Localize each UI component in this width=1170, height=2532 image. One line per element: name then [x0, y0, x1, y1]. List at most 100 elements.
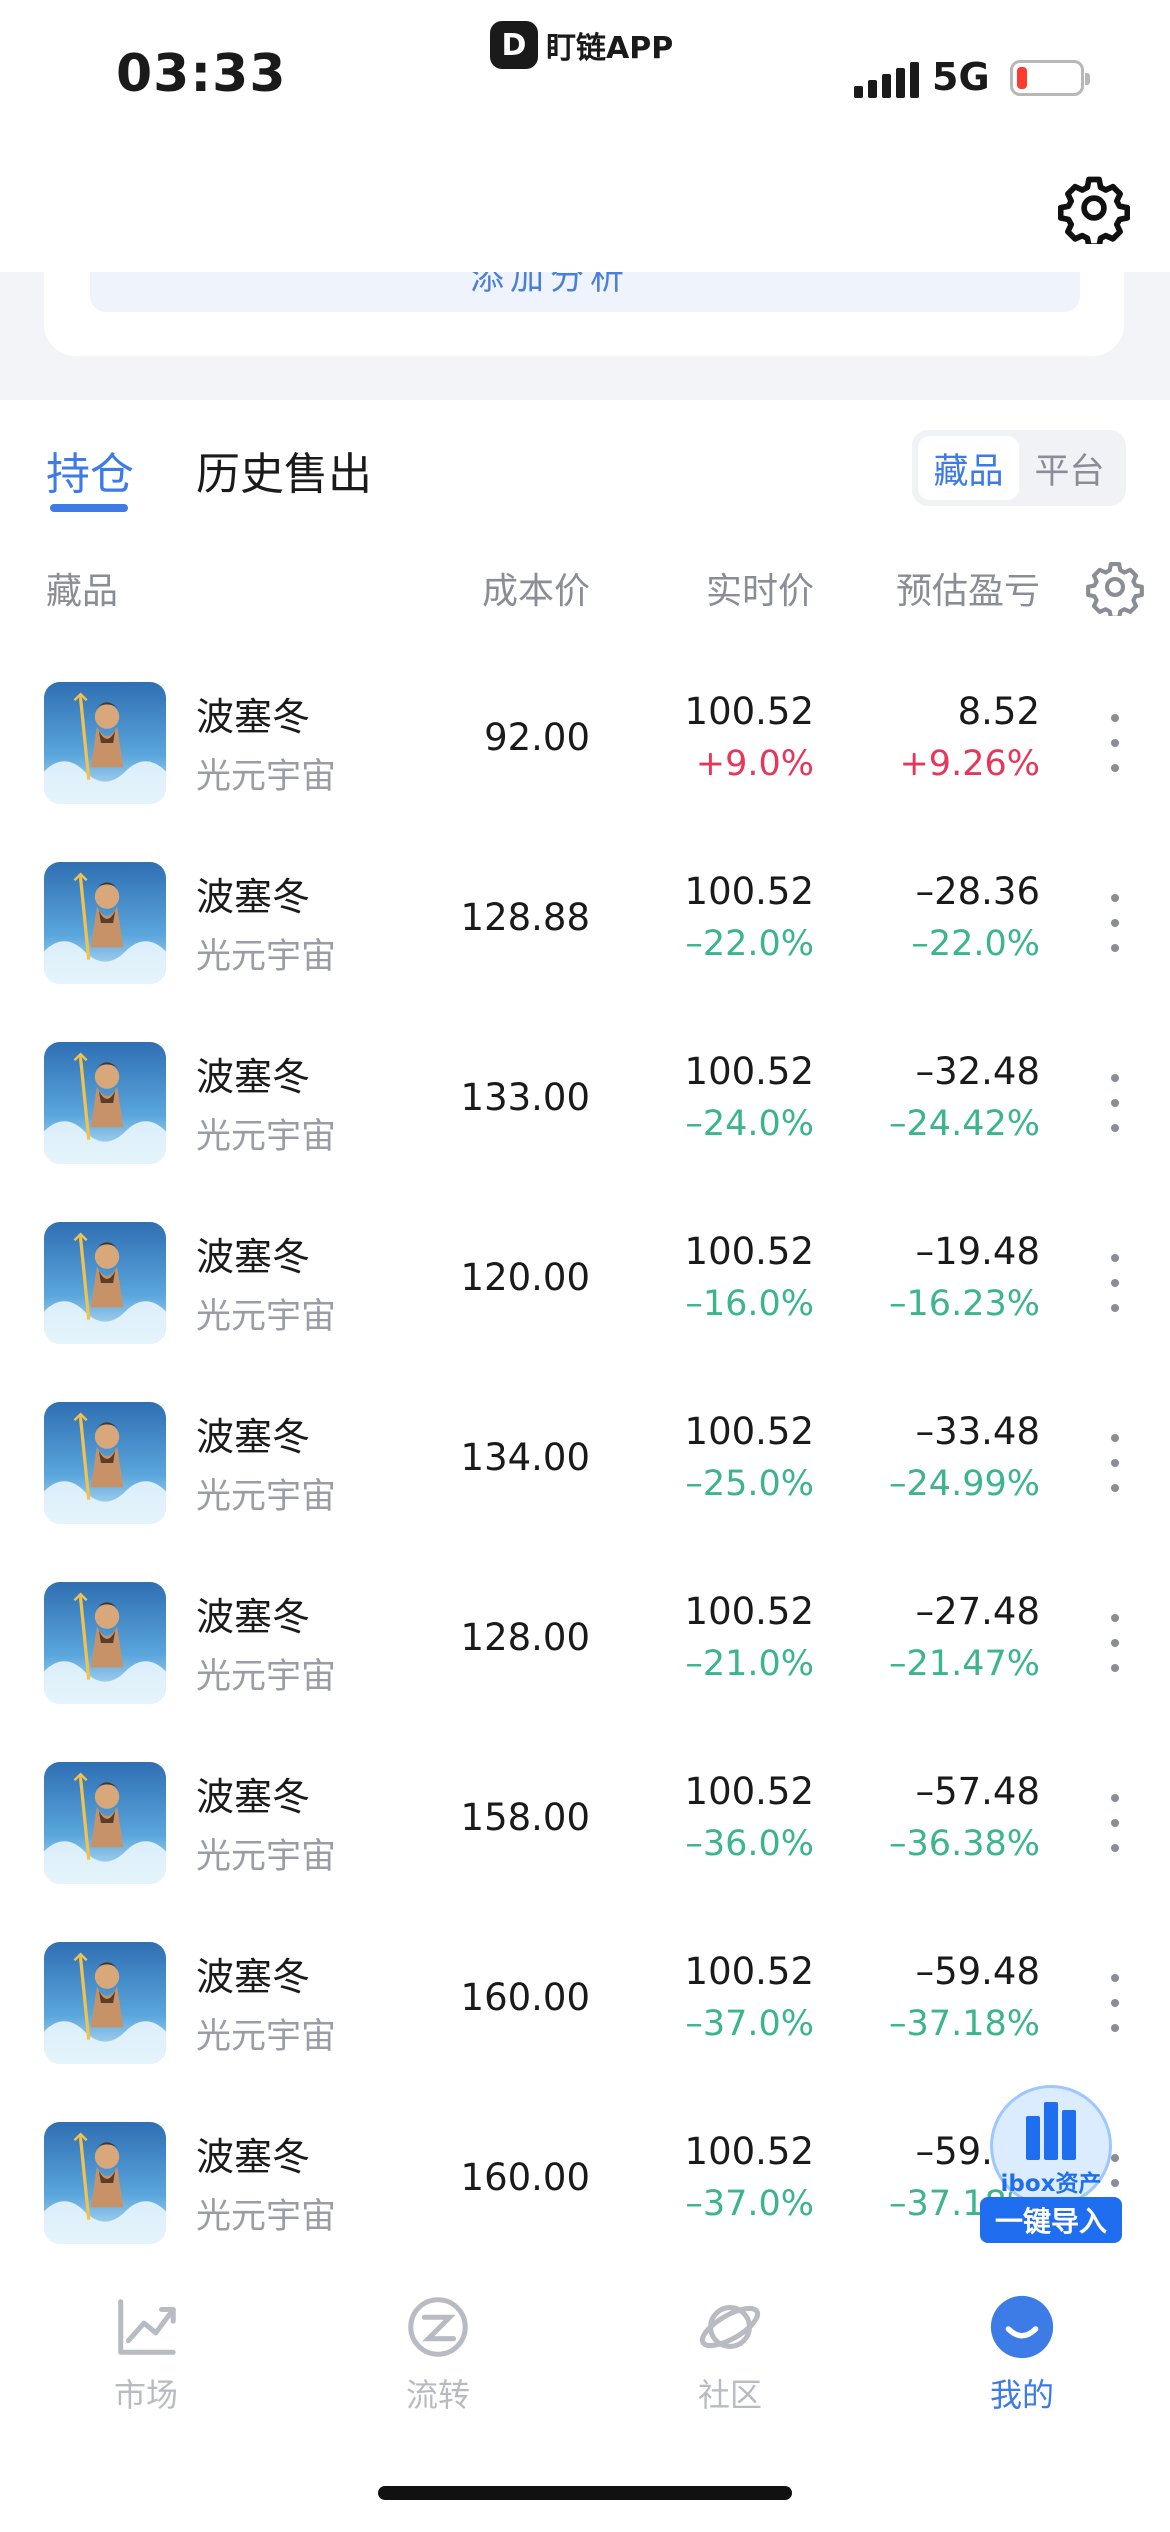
- view-segment-control: 藏品 平台: [912, 430, 1126, 506]
- poseidon-thumbnail: [44, 2122, 166, 2244]
- collectible-name: 波塞冬: [196, 2135, 311, 2179]
- more-options-icon[interactable]: [1105, 894, 1125, 952]
- poseidon-thumbnail: [44, 682, 166, 804]
- pnl-percent: –24.99%: [889, 1464, 1040, 1504]
- holding-row[interactable]: 波塞冬 光元宇宙 158.00 100.52 –36.0% –57.48 –36.38%: [0, 1736, 1170, 1916]
- planet-icon: [699, 2305, 761, 2349]
- home-indicator: [378, 2486, 792, 2500]
- segment-platform[interactable]: 平台: [1019, 436, 1120, 500]
- ibox-label: ibox资产: [1000, 2171, 1102, 2197]
- price-change: –16.0%: [685, 1284, 814, 1324]
- more-options-icon[interactable]: [1105, 1434, 1125, 1492]
- pnl-percent: –37.18%: [889, 2004, 1040, 2044]
- pnl-percent: –16.23%: [889, 1284, 1040, 1324]
- collectible-name: 波塞冬: [196, 1415, 311, 1459]
- more-options-icon[interactable]: [1105, 1974, 1125, 2032]
- nav-market[interactable]: 市场: [76, 2292, 216, 2416]
- live-price: 100.52: [684, 2130, 814, 2173]
- platform-name: 光元宇宙: [196, 2197, 337, 2237]
- more-options-icon[interactable]: [1105, 1794, 1125, 1852]
- settings-gear-icon[interactable]: [1058, 172, 1130, 244]
- price-change: –21.0%: [685, 1644, 814, 1684]
- segment-collectibles[interactable]: 藏品: [918, 436, 1019, 500]
- header-live-price[interactable]: 实时价: [706, 562, 814, 614]
- price-change: –37.0%: [685, 2004, 814, 2044]
- estimated-pnl: –33.48: [915, 1410, 1040, 1453]
- poseidon-thumbnail: [44, 1042, 166, 1164]
- estimated-pnl: –57.48: [915, 1770, 1040, 1813]
- poseidon-thumbnail: [44, 1762, 166, 1884]
- more-options-icon[interactable]: [1105, 1614, 1125, 1672]
- live-price: 100.52: [684, 1050, 814, 1093]
- price-change: –25.0%: [685, 1464, 814, 1504]
- pnl-percent: –22.0%: [911, 924, 1040, 964]
- nav-profile[interactable]: 我的: [952, 2292, 1092, 2416]
- brand-name: 盯链APP: [546, 31, 674, 66]
- poseidon-thumbnail: [44, 1582, 166, 1704]
- nav-profile-label: 我的: [989, 2376, 1054, 2414]
- app-brand: D 盯链APP: [490, 18, 673, 72]
- card-action-button[interactable]: 添加分析: [90, 272, 1080, 312]
- status-bar: 03:33 D 盯链APP 5G: [0, 0, 1170, 140]
- estimated-pnl: 8.52: [957, 690, 1040, 733]
- cost-price: 133.00: [460, 1076, 590, 1119]
- signal-icon: [854, 62, 919, 98]
- collectible-name: 波塞冬: [196, 695, 311, 739]
- cost-price: 92.00: [484, 716, 590, 759]
- cost-price: 128.88: [460, 896, 590, 939]
- collectible-name: 波塞冬: [196, 1775, 311, 1819]
- tab-active-indicator: [50, 504, 128, 512]
- live-price: 100.52: [684, 1770, 814, 1813]
- header-estimated-pnl[interactable]: 预估盈亏: [896, 562, 1040, 614]
- nav-community[interactable]: 社区: [660, 2292, 800, 2416]
- chart-icon: [118, 2299, 176, 2355]
- price-change: –24.0%: [685, 1104, 814, 1144]
- collectible-name: 波塞冬: [196, 1235, 311, 1279]
- more-options-icon[interactable]: [1105, 1254, 1125, 1312]
- estimated-pnl: –32.48: [915, 1050, 1040, 1093]
- header-cost-price[interactable]: 成本价: [482, 562, 590, 614]
- holding-row[interactable]: 波塞冬 光元宇宙 128.00 100.52 –21.0% –27.48 –21.47%: [0, 1556, 1170, 1736]
- collectible-name: 波塞冬: [196, 1595, 311, 1639]
- ibox-import-badge[interactable]: ibox资产 一键导入: [980, 2085, 1122, 2247]
- estimated-pnl: –27.48: [915, 1590, 1040, 1633]
- one-click-import-button[interactable]: 一键导入: [980, 2197, 1122, 2243]
- platform-name: 光元宇宙: [196, 1477, 337, 1517]
- poseidon-thumbnail: [44, 1942, 166, 2064]
- nav-market-label: 市场: [113, 2376, 178, 2414]
- card-action-label: 添加分析: [470, 272, 630, 298]
- battery-icon: [1010, 60, 1090, 96]
- live-price: 100.52: [684, 1590, 814, 1633]
- price-change: –37.0%: [685, 2184, 814, 2224]
- holding-row[interactable]: 波塞冬 光元宇宙 128.88 100.52 –22.0% –28.36 –22.0%: [0, 836, 1170, 1016]
- poseidon-thumbnail: [44, 1222, 166, 1344]
- tab-history-sold[interactable]: 历史售出: [196, 438, 372, 502]
- estimated-pnl: –19.48: [915, 1230, 1040, 1273]
- collectible-name: 波塞冬: [196, 875, 311, 919]
- cost-price: 128.00: [460, 1616, 590, 1659]
- more-options-icon[interactable]: [1105, 1074, 1125, 1132]
- collectible-name: 波塞冬: [196, 1055, 311, 1099]
- cost-price: 158.00: [460, 1796, 590, 1839]
- cost-price: 134.00: [460, 1436, 590, 1479]
- brand-logo-icon: D: [490, 21, 538, 69]
- holding-row[interactable]: 波塞冬 光元宇宙 92.00 100.52 +9.0% 8.52 +9.26%: [0, 656, 1170, 836]
- holding-row[interactable]: 波塞冬 光元宇宙 160.00 100.52 –37.0% –59.48 –37.18%: [0, 1916, 1170, 2096]
- more-options-icon[interactable]: [1105, 714, 1125, 772]
- live-price: 100.52: [684, 1950, 814, 1993]
- nav-transfer[interactable]: 流转: [368, 2292, 508, 2416]
- platform-name: 光元宇宙: [196, 1117, 337, 1157]
- platform-name: 光元宇宙: [196, 1657, 337, 1697]
- platform-name: 光元宇宙: [196, 757, 337, 797]
- transfer-icon: [408, 2297, 468, 2357]
- poseidon-thumbnail: [44, 862, 166, 984]
- estimated-pnl: –59.48: [915, 1950, 1040, 1993]
- tab-holdings[interactable]: 持仓: [46, 438, 134, 502]
- holding-row[interactable]: 波塞冬 光元宇宙 133.00 100.52 –24.0% –32.48 –24.42%: [0, 1016, 1170, 1196]
- column-settings-gear-icon[interactable]: [1086, 558, 1144, 616]
- holding-row[interactable]: 波塞冬 光元宇宙 120.00 100.52 –16.0% –19.48 –16.23%: [0, 1196, 1170, 1376]
- ibox-logo-icon: ibox资产: [990, 2085, 1112, 2207]
- live-price: 100.52: [684, 690, 814, 733]
- holding-row[interactable]: 波塞冬 光元宇宙 134.00 100.52 –25.0% –33.48 –24.99%: [0, 1376, 1170, 1556]
- nav-transfer-label: 流转: [405, 2376, 470, 2414]
